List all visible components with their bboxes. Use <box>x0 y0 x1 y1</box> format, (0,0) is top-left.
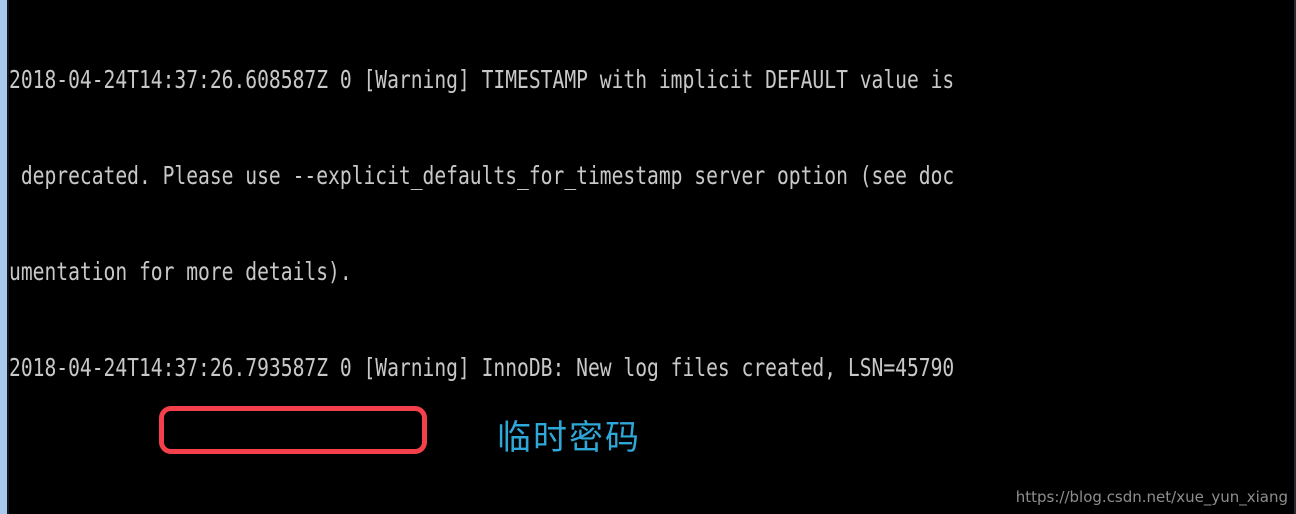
annotation-label-temporary-password: 临时密码 <box>497 418 641 458</box>
console-line: deprecated. Please use --explicit_defaul… <box>9 161 955 190</box>
console-line: 2018-04-24T14:37:26.608587Z 0 [Warning] … <box>9 65 955 94</box>
window-left-border-inner-line <box>7 0 9 514</box>
window-left-border <box>0 0 7 514</box>
password-highlight-box <box>159 406 427 454</box>
console-line: umentation for more details). <box>9 257 352 286</box>
console-line: 2018-04-24T14:37:26.793587Z 0 [Warning] … <box>9 353 955 382</box>
command-prompt-window[interactable]: 2018-04-24T14:37:26.608587Z 0 [Warning] … <box>0 0 1296 514</box>
blog-watermark: https://blog.csdn.net/xue_yun_xiang <box>1015 488 1288 506</box>
